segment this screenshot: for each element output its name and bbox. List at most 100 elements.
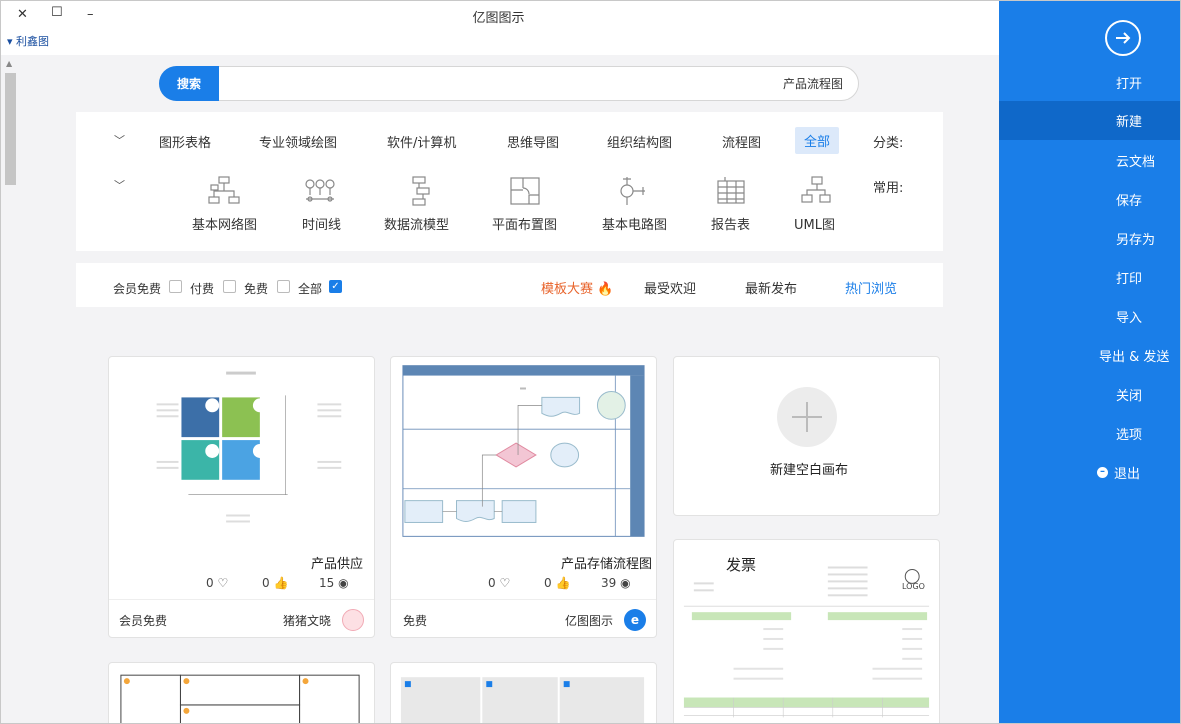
template-card[interactable]: 产品供应 15 ◉ 0 👍 0 ♡ 猪猪文晓 会员免费 <box>108 356 375 638</box>
search-button[interactable]: 搜索 <box>159 66 219 101</box>
maximize-window-button[interactable]: ☐ <box>51 5 63 20</box>
category-graphic-table[interactable]: 图形表格 <box>159 132 211 151</box>
filter-free-label[interactable]: 免费 <box>244 280 268 297</box>
fav-count[interactable]: 0 ♡ <box>488 576 510 590</box>
heart-icon: ♡ <box>217 576 229 590</box>
scrollbar[interactable]: ▲ <box>1 55 20 723</box>
view-count-value: 15 <box>319 576 335 590</box>
category-software[interactable]: 软件/计算机 <box>387 132 456 151</box>
tab-latest[interactable]: 最新发布 <box>745 278 797 297</box>
network-diagram-icon[interactable] <box>206 175 242 207</box>
template-title[interactable]: 产品供应 <box>311 553 363 572</box>
minimize-window-button[interactable]: – <box>87 7 94 22</box>
like-count-value: 0 <box>544 576 552 590</box>
checkbox-paid[interactable] <box>223 280 236 293</box>
chevron-down-icon[interactable]: ﹀ <box>114 132 125 148</box>
category-all[interactable]: 全部 <box>795 127 840 154</box>
template-thumbnail[interactable] <box>109 663 374 724</box>
plus-icon[interactable] <box>777 387 837 447</box>
sidebar-item-import[interactable]: 导入 <box>999 297 1180 336</box>
template-card[interactable] <box>390 662 657 724</box>
sidebar-item-label: 保存 <box>1116 194 1143 209</box>
view-count: 15 ◉ <box>319 576 349 590</box>
category-mind-map[interactable]: 思维导图 <box>507 132 559 151</box>
author-name[interactable]: 猪猪文晓 <box>283 612 331 629</box>
sidebar-item-options[interactable]: 选项 <box>999 414 1180 453</box>
common-item-network[interactable]: 基本网络图 <box>192 214 257 233</box>
floor-plan-icon[interactable] <box>507 175 543 207</box>
eye-icon: ◉ <box>338 576 349 590</box>
uml-diagram-icon[interactable] <box>798 175 834 207</box>
heart-icon: ♡ <box>499 576 511 590</box>
account-dropdown[interactable]: ▾ 利鑫图 <box>7 33 49 49</box>
timeline-icon[interactable] <box>302 175 338 207</box>
checkbox-member-free[interactable] <box>169 280 182 293</box>
template-card[interactable] <box>108 662 375 724</box>
template-thumbnail[interactable] <box>109 357 374 547</box>
like-count[interactable]: 0 👍 <box>544 576 570 590</box>
like-count[interactable]: 0 👍 <box>262 576 288 590</box>
price-label: 免费 <box>403 614 428 628</box>
thumbs-up-icon: 👍 <box>555 576 571 590</box>
category-professional[interactable]: 专业领域绘图 <box>259 132 337 151</box>
template-thumbnail[interactable] <box>391 663 656 724</box>
template-card[interactable]: 发票 LOGO <box>673 539 940 724</box>
sidebar-item-label: 另存为 <box>1116 233 1156 248</box>
back-arrow-icon[interactable] <box>1105 20 1141 56</box>
filter-all-label[interactable]: 全部 <box>298 280 322 297</box>
sidebar-item-export[interactable]: 导出 & 发送 <box>999 336 1180 375</box>
sidebar-item-label: 导出 & 发送 <box>1099 350 1170 365</box>
close-window-button[interactable]: ✕ <box>17 7 28 22</box>
common-item-data-flow[interactable]: 数据流模型 <box>384 214 449 233</box>
sidebar-item-label: 打开 <box>1116 77 1143 92</box>
sidebar-item-new[interactable]: 新建 <box>999 101 1180 140</box>
common-item-report[interactable]: 报告表 <box>711 214 750 233</box>
circuit-diagram-icon[interactable] <box>613 175 649 207</box>
fav-count[interactable]: 0 ♡ <box>206 576 228 590</box>
common-item-circuit[interactable]: 基本电路图 <box>602 214 667 233</box>
sidebar-item-save-as[interactable]: 另存为 <box>999 219 1180 258</box>
tab-popular[interactable]: 热门浏览 <box>845 278 897 297</box>
tab-most-liked[interactable]: 最受欢迎 <box>644 278 696 297</box>
author-avatar-icon: e <box>624 609 646 631</box>
fav-count-value: 0 <box>206 576 214 590</box>
scrollbar-thumb[interactable] <box>5 73 16 185</box>
sidebar-item-label: 退出 <box>1114 467 1141 482</box>
author-name[interactable]: 亿图图示 <box>565 612 613 629</box>
filter-paid-label[interactable]: 付费 <box>190 280 214 297</box>
sidebar-item-save[interactable]: 保存 <box>999 180 1180 219</box>
new-blank-card[interactable]: 新建空白画布 <box>673 356 940 516</box>
sidebar-item-label: 关闭 <box>1116 389 1143 404</box>
app-window: ✕ ☐ – 亿图图示 ▾ 利鑫图 ▲ 搜索 产品流程图 分类: 全部 流程图 组… <box>0 0 1181 724</box>
common-item-uml[interactable]: UML图 <box>794 214 835 233</box>
category-flowchart[interactable]: 流程图 <box>722 132 761 151</box>
sidebar-item-open[interactable]: 打开 <box>999 63 1180 102</box>
invoice-title: 发票 <box>726 556 757 574</box>
data-flow-icon[interactable] <box>401 175 437 207</box>
sidebar-item-label: 选项 <box>1116 428 1143 443</box>
arrow-right-icon <box>1116 32 1131 44</box>
template-thumbnail[interactable] <box>391 357 656 547</box>
scroll-up-arrow-icon[interactable]: ▲ <box>6 59 12 68</box>
filter-member-free-label[interactable]: 会员免费 <box>113 280 161 297</box>
sidebar-item-label: 云文档 <box>1116 155 1156 170</box>
template-card[interactable]: 产品存储流程图 39 ◉ 0 👍 0 ♡ e 亿图图示 免费 <box>390 356 657 638</box>
sidebar-item-label: 新建 <box>1116 115 1143 130</box>
checkbox-all[interactable]: ✓ <box>329 280 342 293</box>
invoice-logo: LOGO <box>902 582 925 591</box>
chevron-down-icon[interactable]: ﹀ <box>114 177 125 193</box>
sidebar-item-cloud[interactable]: 云文档 <box>999 141 1180 180</box>
common-item-floor-plan[interactable]: 平面布置图 <box>492 214 557 233</box>
sidebar-item-print[interactable]: 打印 <box>999 258 1180 297</box>
template-title[interactable]: 产品存储流程图 <box>561 553 652 572</box>
report-table-icon[interactable] <box>713 175 749 207</box>
common-item-timeline[interactable]: 时间线 <box>302 214 341 233</box>
checkbox-free[interactable] <box>277 280 290 293</box>
search-input[interactable]: 产品流程图 <box>701 75 843 92</box>
sidebar-item-exit[interactable]: – 退出 <box>999 453 1180 492</box>
new-blank-label[interactable]: 新建空白画布 <box>770 459 848 478</box>
template-thumbnail[interactable] <box>674 540 939 724</box>
sidebar-item-close[interactable]: 关闭 <box>999 375 1180 414</box>
category-org-chart[interactable]: 组织结构图 <box>607 132 672 151</box>
tab-contest[interactable]: 模板大赛 🔥 <box>541 278 613 297</box>
